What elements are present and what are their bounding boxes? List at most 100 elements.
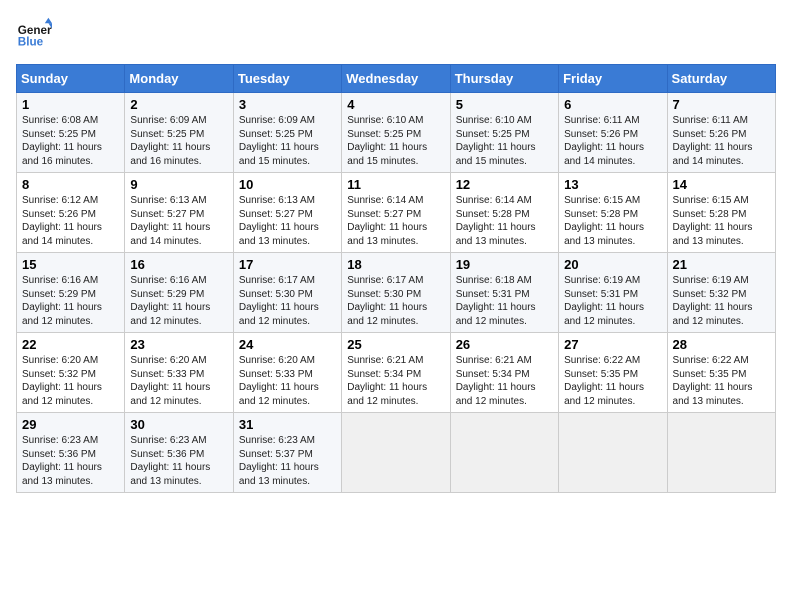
day-number: 1 xyxy=(22,97,119,112)
day-detail: Sunrise: 6:11 AMSunset: 5:26 PMDaylight:… xyxy=(673,114,770,168)
calendar-cell: 20 Sunrise: 6:19 AMSunset: 5:31 PMDayligh… xyxy=(559,253,667,333)
day-detail: Sunrise: 6:14 AMSunset: 5:28 PMDaylight:… xyxy=(456,194,553,248)
day-number: 27 xyxy=(564,337,661,352)
calendar-table: SundayMondayTuesdayWednesdayThursdayFrid… xyxy=(16,64,776,493)
day-number: 6 xyxy=(564,97,661,112)
calendar-cell: 19Sunrise: 6:18 AMSunset: 5:31 PMDayligh… xyxy=(450,253,558,333)
calendar-cell: 2 Sunrise: 6:09 AMSunset: 5:25 PMDaylight… xyxy=(125,93,233,173)
calendar-cell: 24Sunrise: 6:20 AMSunset: 5:33 PMDayligh… xyxy=(233,333,341,413)
day-number: 21 xyxy=(673,257,770,272)
calendar-cell: 27 Sunrise: 6:22 AMSunset: 5:35 PMDayligh… xyxy=(559,333,667,413)
week-row: 8 Sunrise: 6:12 AMSunset: 5:26 PMDaylight… xyxy=(17,173,776,253)
calendar-cell: 5 Sunrise: 6:10 AMSunset: 5:25 PMDaylight… xyxy=(450,93,558,173)
calendar-cell: 1 Sunrise: 6:08 AMSunset: 5:25 PMDaylight… xyxy=(17,93,125,173)
day-number: 9 xyxy=(130,177,227,192)
logo: General Blue xyxy=(16,16,52,52)
day-detail: Sunrise: 6:21 AMSunset: 5:34 PMDaylight:… xyxy=(347,354,444,408)
day-number: 29 xyxy=(22,417,119,432)
day-number: 24 xyxy=(239,337,336,352)
calendar-cell: 7 Sunrise: 6:11 AMSunset: 5:26 PMDaylight… xyxy=(667,93,775,173)
calendar-cell: 25Sunrise: 6:21 AMSunset: 5:34 PMDayligh… xyxy=(342,333,450,413)
logo-icon: General Blue xyxy=(16,16,52,52)
day-number: 19 xyxy=(456,257,553,272)
day-number: 28 xyxy=(673,337,770,352)
calendar-cell: 18 Sunrise: 6:17 AMSunset: 5:30 PMDayligh… xyxy=(342,253,450,333)
day-header-sunday: Sunday xyxy=(17,65,125,93)
day-header-friday: Friday xyxy=(559,65,667,93)
calendar-cell xyxy=(559,413,667,493)
day-number: 13 xyxy=(564,177,661,192)
day-number: 15 xyxy=(22,257,119,272)
calendar-cell: 15 Sunrise: 6:16 AMSunset: 5:29 PMDayligh… xyxy=(17,253,125,333)
day-number: 30 xyxy=(130,417,227,432)
day-number: 8 xyxy=(22,177,119,192)
calendar-cell: 6 Sunrise: 6:11 AMSunset: 5:26 PMDaylight… xyxy=(559,93,667,173)
calendar-cell: 26Sunrise: 6:21 AMSunset: 5:34 PMDayligh… xyxy=(450,333,558,413)
day-number: 20 xyxy=(564,257,661,272)
calendar-cell: 9Sunrise: 6:13 AMSunset: 5:27 PMDaylight… xyxy=(125,173,233,253)
day-number: 26 xyxy=(456,337,553,352)
day-detail: Sunrise: 6:10 AMSunset: 5:25 PMDaylight:… xyxy=(347,114,444,168)
calendar-cell: 3Sunrise: 6:09 AMSunset: 5:25 PMDaylight… xyxy=(233,93,341,173)
day-number: 2 xyxy=(130,97,227,112)
week-row: 1 Sunrise: 6:08 AMSunset: 5:25 PMDaylight… xyxy=(17,93,776,173)
header-row: SundayMondayTuesdayWednesdayThursdayFrid… xyxy=(17,65,776,93)
day-detail: Sunrise: 6:14 AMSunset: 5:27 PMDaylight:… xyxy=(347,194,444,248)
calendar-cell: 14 Sunrise: 6:15 AMSunset: 5:28 PMDayligh… xyxy=(667,173,775,253)
day-detail: Sunrise: 6:16 AMSunset: 5:29 PMDaylight:… xyxy=(22,274,119,328)
day-number: 23 xyxy=(130,337,227,352)
day-detail: Sunrise: 6:23 AMSunset: 5:36 PMDaylight:… xyxy=(130,434,227,488)
day-detail: Sunrise: 6:09 AMSunset: 5:25 PMDaylight:… xyxy=(130,114,227,168)
week-row: 22Sunrise: 6:20 AMSunset: 5:32 PMDayligh… xyxy=(17,333,776,413)
calendar-cell: 4 Sunrise: 6:10 AMSunset: 5:25 PMDaylight… xyxy=(342,93,450,173)
calendar-cell: 16Sunrise: 6:16 AMSunset: 5:29 PMDayligh… xyxy=(125,253,233,333)
day-detail: Sunrise: 6:08 AMSunset: 5:25 PMDaylight:… xyxy=(22,114,119,168)
calendar-cell xyxy=(667,413,775,493)
day-detail: Sunrise: 6:22 AMSunset: 5:35 PMDaylight:… xyxy=(564,354,661,408)
day-detail: Sunrise: 6:17 AMSunset: 5:30 PMDaylight:… xyxy=(239,274,336,328)
day-number: 14 xyxy=(673,177,770,192)
calendar-cell: 8 Sunrise: 6:12 AMSunset: 5:26 PMDaylight… xyxy=(17,173,125,253)
day-number: 7 xyxy=(673,97,770,112)
day-number: 10 xyxy=(239,177,336,192)
day-number: 17 xyxy=(239,257,336,272)
day-detail: Sunrise: 6:15 AMSunset: 5:28 PMDaylight:… xyxy=(673,194,770,248)
week-row: 29 Sunrise: 6:23 AMSunset: 5:36 PMDayligh… xyxy=(17,413,776,493)
day-header-thursday: Thursday xyxy=(450,65,558,93)
calendar-cell: 13 Sunrise: 6:15 AMSunset: 5:28 PMDayligh… xyxy=(559,173,667,253)
day-detail: Sunrise: 6:15 AMSunset: 5:28 PMDaylight:… xyxy=(564,194,661,248)
day-detail: Sunrise: 6:20 AMSunset: 5:32 PMDaylight:… xyxy=(22,354,119,408)
day-detail: Sunrise: 6:17 AMSunset: 5:30 PMDaylight:… xyxy=(347,274,444,328)
calendar-cell xyxy=(342,413,450,493)
day-detail: Sunrise: 6:19 AMSunset: 5:32 PMDaylight:… xyxy=(673,274,770,328)
calendar-cell: 10Sunrise: 6:13 AMSunset: 5:27 PMDayligh… xyxy=(233,173,341,253)
day-number: 18 xyxy=(347,257,444,272)
day-number: 5 xyxy=(456,97,553,112)
day-header-saturday: Saturday xyxy=(667,65,775,93)
day-detail: Sunrise: 6:20 AMSunset: 5:33 PMDaylight:… xyxy=(130,354,227,408)
day-detail: Sunrise: 6:11 AMSunset: 5:26 PMDaylight:… xyxy=(564,114,661,168)
day-detail: Sunrise: 6:12 AMSunset: 5:26 PMDaylight:… xyxy=(22,194,119,248)
day-detail: Sunrise: 6:19 AMSunset: 5:31 PMDaylight:… xyxy=(564,274,661,328)
day-number: 4 xyxy=(347,97,444,112)
day-header-wednesday: Wednesday xyxy=(342,65,450,93)
day-number: 12 xyxy=(456,177,553,192)
calendar-cell: 23 Sunrise: 6:20 AMSunset: 5:33 PMDayligh… xyxy=(125,333,233,413)
day-detail: Sunrise: 6:10 AMSunset: 5:25 PMDaylight:… xyxy=(456,114,553,168)
day-header-monday: Monday xyxy=(125,65,233,93)
day-detail: Sunrise: 6:16 AMSunset: 5:29 PMDaylight:… xyxy=(130,274,227,328)
day-number: 31 xyxy=(239,417,336,432)
day-detail: Sunrise: 6:09 AMSunset: 5:25 PMDaylight:… xyxy=(239,114,336,168)
calendar-cell xyxy=(450,413,558,493)
calendar-cell: 31 Sunrise: 6:23 AMSunset: 5:37 PMDayligh… xyxy=(233,413,341,493)
calendar-cell: 12 Sunrise: 6:14 AMSunset: 5:28 PMDayligh… xyxy=(450,173,558,253)
calendar-cell: 17 Sunrise: 6:17 AMSunset: 5:30 PMDayligh… xyxy=(233,253,341,333)
calendar-cell: 28Sunrise: 6:22 AMSunset: 5:35 PMDayligh… xyxy=(667,333,775,413)
calendar-cell: 22Sunrise: 6:20 AMSunset: 5:32 PMDayligh… xyxy=(17,333,125,413)
calendar-cell: 29Sunrise: 6:23 AMSunset: 5:36 PMDayligh… xyxy=(17,413,125,493)
svg-text:Blue: Blue xyxy=(18,36,44,49)
day-header-tuesday: Tuesday xyxy=(233,65,341,93)
calendar-cell: 11Sunrise: 6:14 AMSunset: 5:27 PMDayligh… xyxy=(342,173,450,253)
calendar-cell: 21 Sunrise: 6:19 AMSunset: 5:32 PMDayligh… xyxy=(667,253,775,333)
day-detail: Sunrise: 6:23 AMSunset: 5:37 PMDaylight:… xyxy=(239,434,336,488)
